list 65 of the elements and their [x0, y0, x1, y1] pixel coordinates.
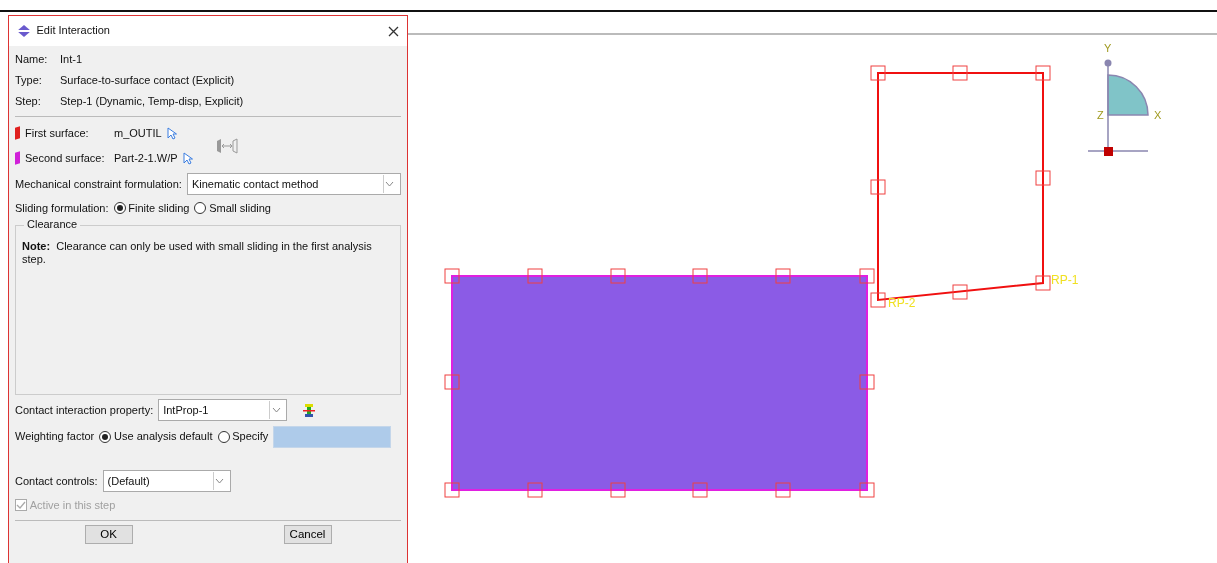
node-marker — [444, 374, 460, 390]
dropdown-field[interactable]: IntProp-1 — [158, 399, 288, 422]
node-marker — [952, 284, 968, 300]
node-marker — [610, 482, 626, 498]
node-marker — [444, 482, 460, 498]
field-label: Weighting factor — [15, 430, 95, 444]
field-label: Name: — [15, 52, 49, 66]
node-marker — [859, 268, 875, 284]
node-marker — [692, 482, 708, 498]
note-text: Note: Clearance can only be used with small sliding in the first analysis step. — [22, 239, 373, 267]
radio-option[interactable]: Specify — [217, 430, 269, 444]
field-value: Int-1 — [60, 52, 82, 66]
radio-option[interactable]: Use analysis default — [99, 430, 213, 444]
caret-icon[interactable] — [212, 472, 226, 491]
field-label: Sliding formulation: — [15, 201, 109, 215]
reference-point-label: RP-2 — [888, 296, 916, 310]
node-marker — [775, 268, 791, 284]
cursor-icon[interactable] — [166, 126, 177, 140]
field-label: Contact controls: — [15, 474, 98, 488]
ok-button[interactable]: OK — [84, 524, 133, 544]
node-marker — [775, 482, 791, 498]
property-editor-icon[interactable] — [303, 403, 316, 417]
node-marker — [1035, 170, 1051, 186]
node-marker — [444, 268, 460, 284]
field-value: Part-2-1.W/P — [114, 151, 178, 165]
node-marker — [859, 482, 875, 498]
field-label: Type: — [15, 73, 43, 87]
input-field[interactable] — [273, 425, 392, 448]
dialog-title: Edit Interaction — [36, 24, 110, 38]
group-title: Clearance — [24, 217, 81, 231]
node-marker — [870, 292, 886, 308]
node-marker — [952, 65, 968, 81]
node-marker — [870, 65, 886, 81]
node-marker — [1035, 65, 1051, 81]
node-marker — [527, 482, 543, 498]
cursor-icon[interactable] — [182, 151, 193, 165]
radio-option[interactable]: Finite sliding — [113, 201, 190, 215]
dialog-icon — [17, 25, 31, 37]
reference-point-label: RP-1 — [1051, 273, 1079, 287]
caret-icon[interactable] — [269, 401, 283, 420]
axis-label: Z — [1097, 109, 1104, 121]
field-label: Step: — [15, 94, 42, 108]
axis-label: Y — [1104, 42, 1112, 54]
radio-option[interactable]: Small sliding — [194, 201, 271, 215]
checkbox-label: Active in this step — [29, 498, 116, 512]
dropdown-field[interactable]: (Default) — [102, 470, 231, 493]
node-marker — [1035, 275, 1051, 291]
cancel-button[interactable]: Cancel — [283, 524, 332, 544]
node-marker — [610, 268, 626, 284]
field-value: m_OUTIL — [114, 126, 162, 140]
node-marker — [692, 268, 708, 284]
field-label: First surface: — [25, 126, 90, 140]
field-label: Mechanical constraint formulation: — [15, 177, 182, 191]
field-label: Second surface: — [25, 151, 106, 165]
axis-label: X — [1154, 109, 1162, 121]
field-label: Contact interaction property: — [15, 403, 154, 417]
swap-icon[interactable] — [215, 137, 240, 154]
field-value: Surface-to-surface contact (Explicit) — [60, 73, 235, 87]
node-marker — [527, 268, 543, 284]
dropdown-field[interactable]: Kinematic contact method — [186, 173, 401, 196]
caret-icon[interactable] — [382, 175, 396, 194]
node-marker — [859, 374, 875, 390]
close-icon[interactable] — [388, 25, 399, 37]
field-value: Step-1 (Dynamic, Temp-disp, Explicit) — [60, 94, 244, 108]
node-marker — [870, 179, 886, 195]
